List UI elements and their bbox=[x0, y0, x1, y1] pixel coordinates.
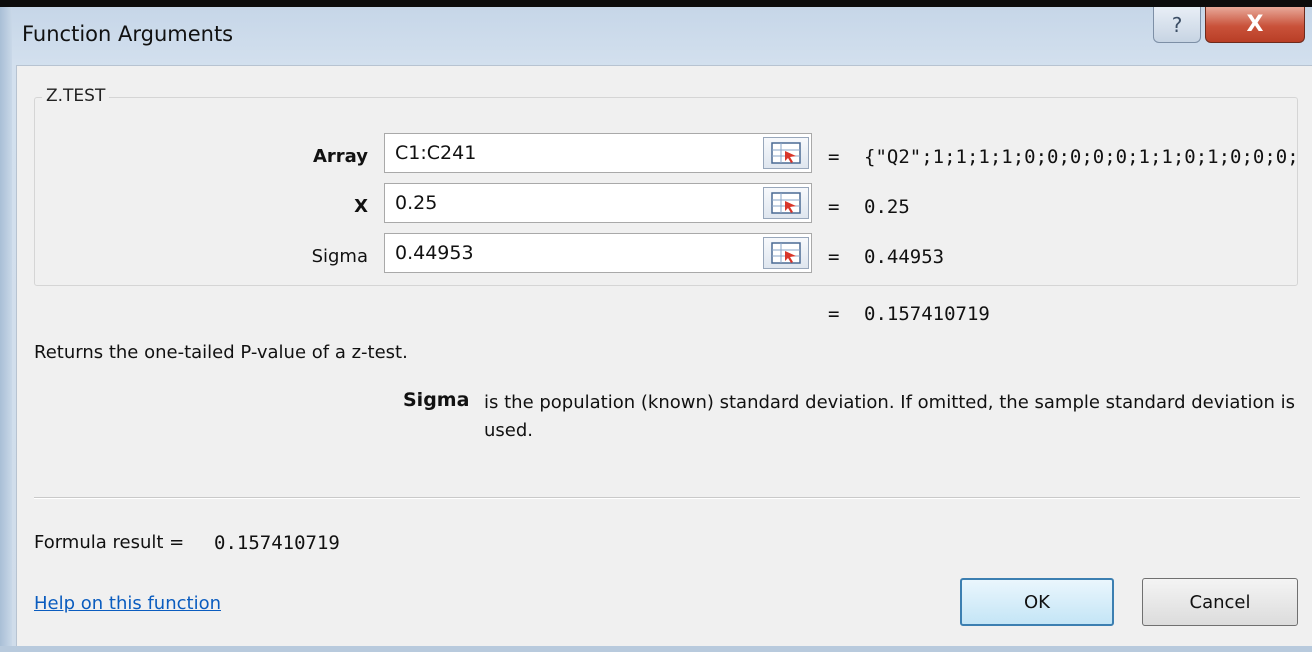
range-select-graphic bbox=[771, 192, 801, 214]
dialog-title: Function Arguments bbox=[22, 22, 234, 46]
close-icon: X bbox=[1246, 12, 1264, 37]
arg-result-x: 0.25 bbox=[864, 196, 910, 218]
cancel-button[interactable]: Cancel bbox=[1142, 578, 1298, 626]
close-button[interactable]: X bbox=[1205, 7, 1305, 43]
range-select-icon[interactable] bbox=[763, 137, 809, 169]
arg-result-array: {"Q2";1;1;1;1;0;0;0;0;0;1;1;0;1;0;0;0; bbox=[864, 146, 1299, 168]
screen-top-bar bbox=[0, 0, 1312, 7]
ok-button[interactable]: OK bbox=[960, 578, 1114, 626]
window-bottom-frame bbox=[0, 646, 1312, 652]
sigma-input[interactable]: 0.44953 bbox=[384, 233, 812, 273]
equals-sign: = bbox=[828, 196, 840, 218]
argument-help-text: is the population (known) standard devia… bbox=[484, 392, 1296, 441]
function-name-label: Z.TEST bbox=[42, 86, 110, 106]
formula-result-label: Formula result = bbox=[34, 532, 185, 553]
window-left-frame bbox=[0, 7, 12, 652]
arg-label-array: Array bbox=[312, 146, 368, 167]
array-input[interactable]: C1:C241 bbox=[384, 133, 812, 173]
help-link[interactable]: Help on this function bbox=[34, 593, 221, 614]
function-result-value: 0.157410719 bbox=[864, 303, 990, 325]
range-select-icon[interactable] bbox=[763, 187, 809, 219]
help-title-button[interactable]: ? bbox=[1153, 7, 1201, 43]
range-select-graphic bbox=[771, 242, 801, 264]
equals-sign: = bbox=[828, 246, 840, 268]
x-input[interactable]: 0.25 bbox=[384, 183, 812, 223]
function-description: Returns the one-tailed P-value of a z-te… bbox=[34, 342, 408, 363]
arg-label-sigma: Sigma bbox=[311, 246, 368, 267]
arg-result-sigma: 0.44953 bbox=[864, 246, 945, 268]
equals-sign: = bbox=[828, 146, 840, 168]
range-select-graphic bbox=[771, 142, 801, 164]
question-icon: ? bbox=[1171, 12, 1183, 37]
separator bbox=[34, 497, 1300, 499]
formula-result-value: 0.157410719 bbox=[214, 532, 340, 554]
equals-sign: = bbox=[828, 303, 840, 325]
argument-help-name: Sigma bbox=[403, 389, 470, 411]
arg-label-x: X bbox=[354, 196, 368, 217]
range-select-icon[interactable] bbox=[763, 237, 809, 269]
